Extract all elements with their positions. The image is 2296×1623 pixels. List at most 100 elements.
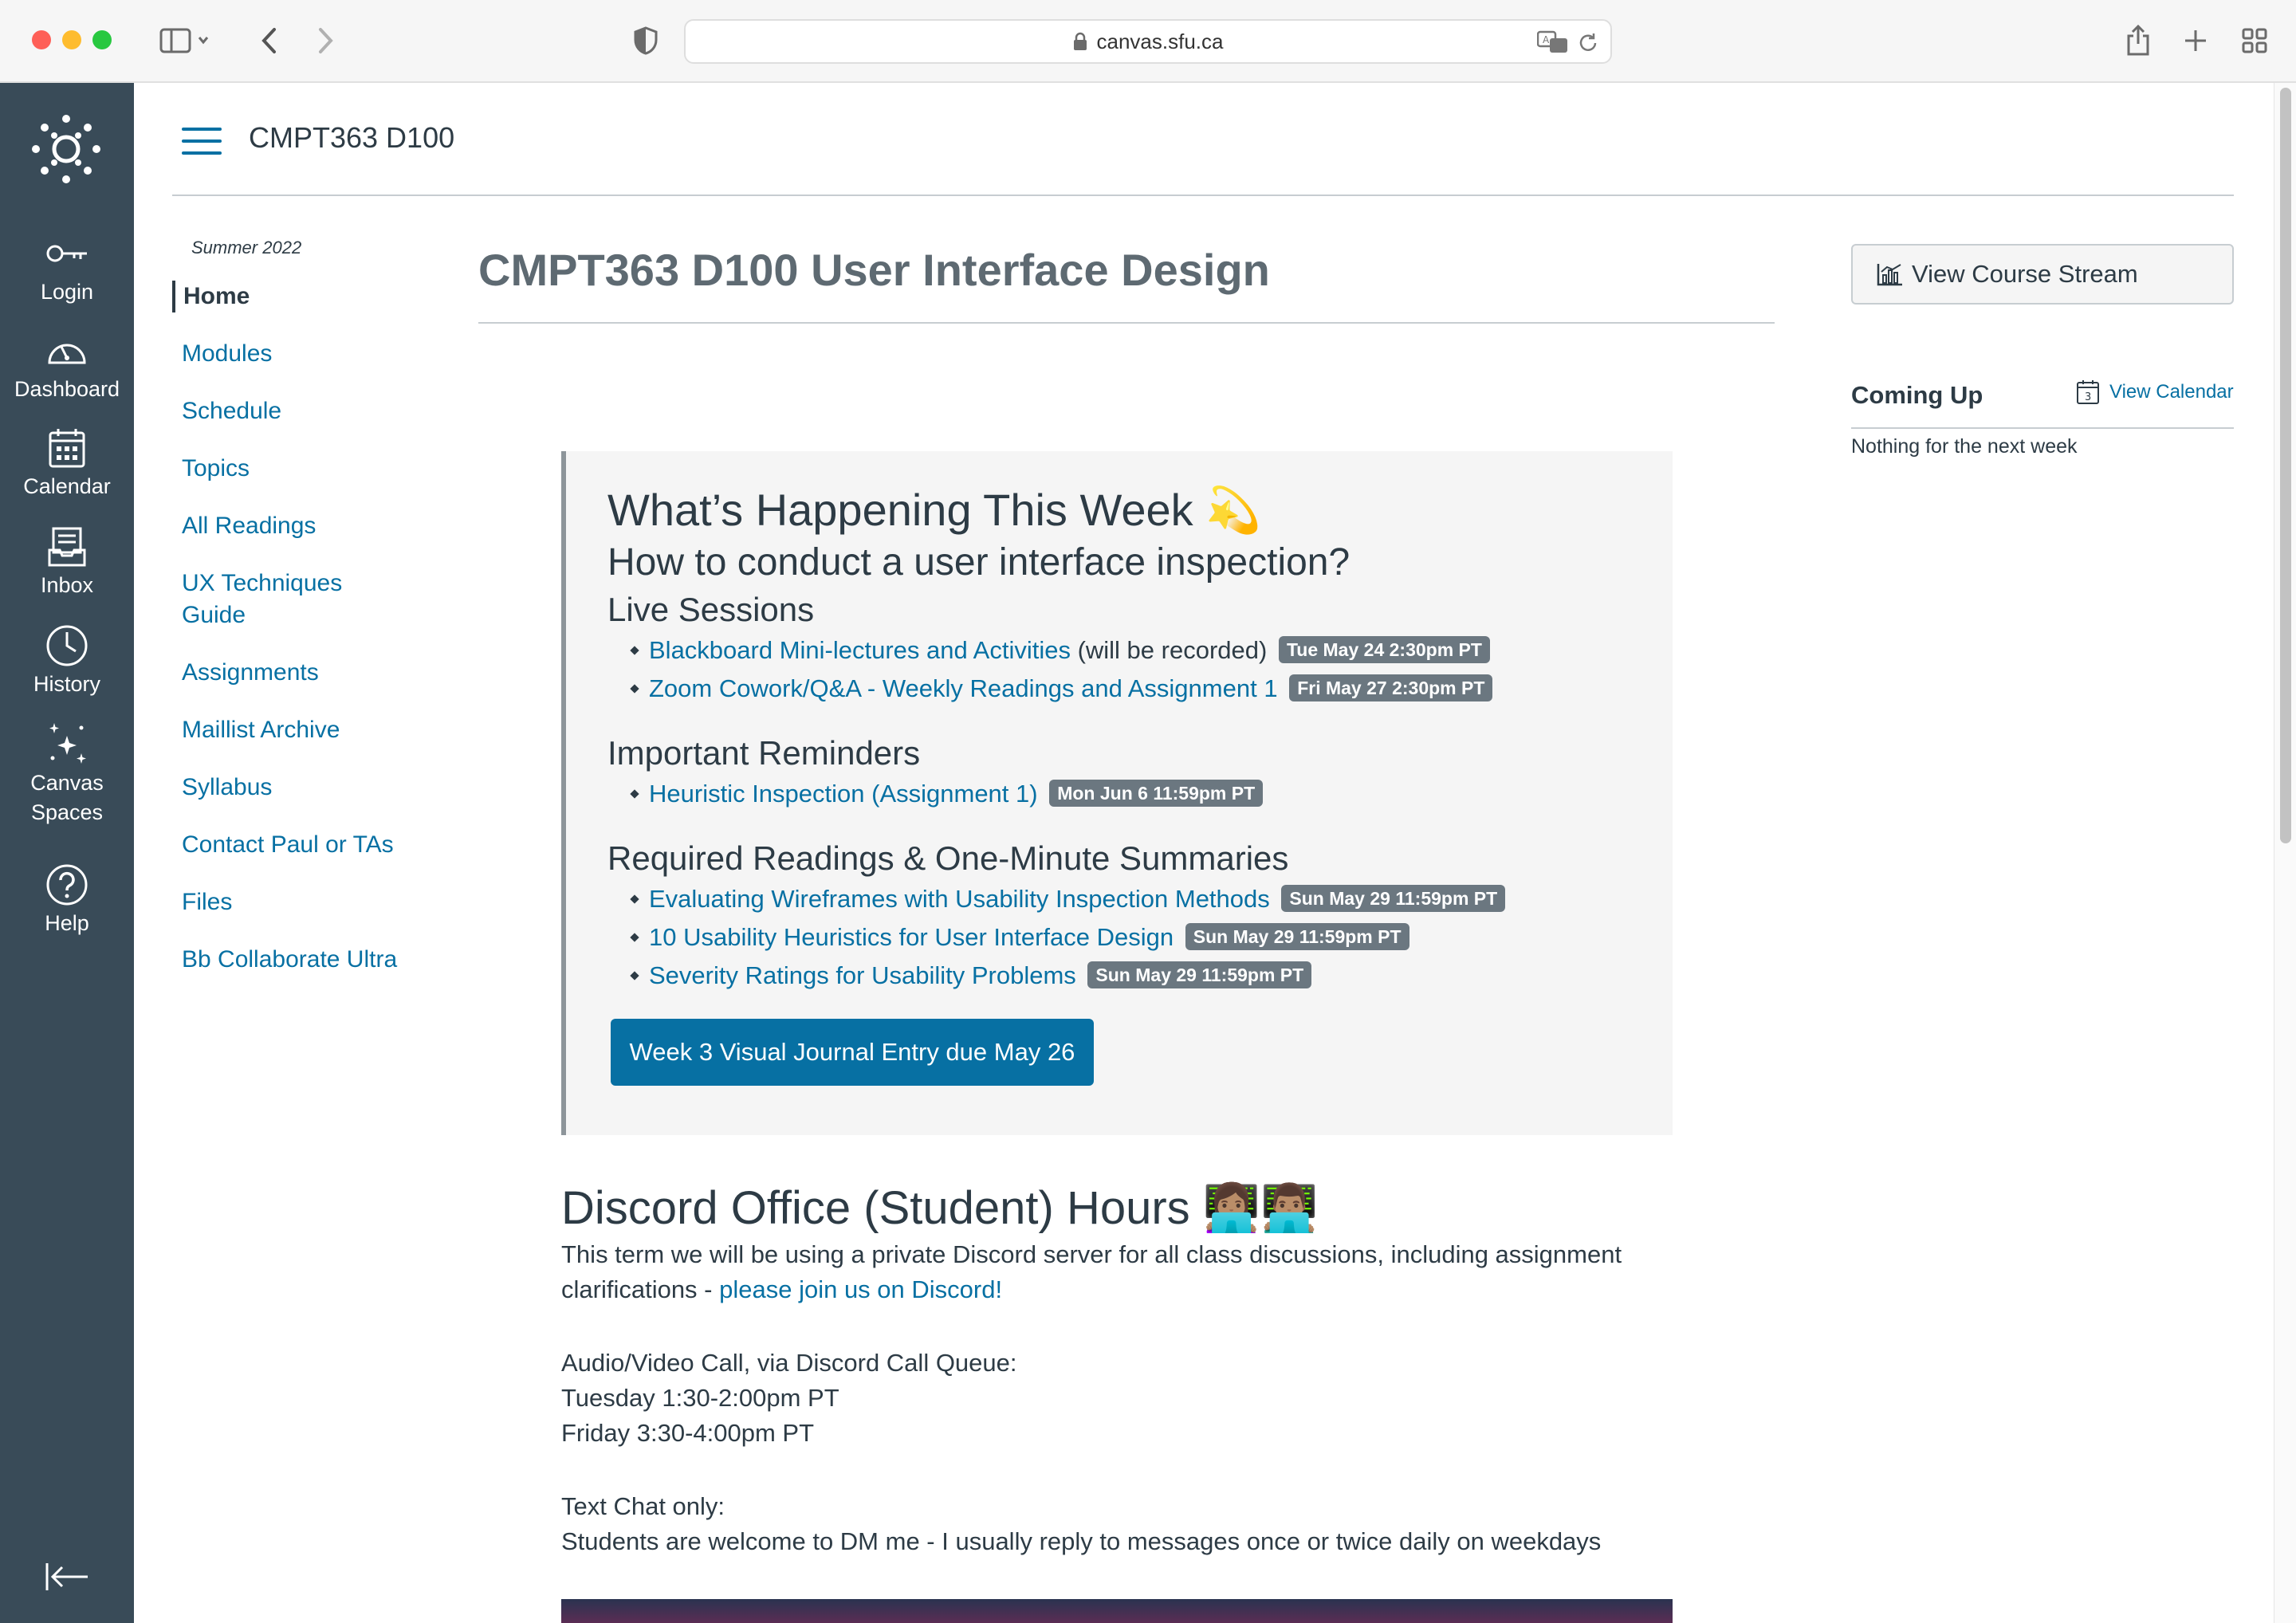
global-nav-inbox[interactable]: Inbox — [0, 523, 134, 600]
course-nav-files[interactable]: Files — [172, 886, 443, 918]
date-badge: Mon Jun 6 11:59pm PT — [1049, 780, 1264, 807]
call-label: Audio/Video Call, via Discord Call Queue… — [561, 1349, 1017, 1377]
privacy-shield-icon[interactable] — [630, 21, 662, 61]
global-nav-help[interactable]: Help — [0, 861, 134, 938]
course-navigation: Home Modules Schedule Topics All Reading… — [172, 281, 443, 1001]
reading-link-heuristics[interactable]: 10 Usability Heuristics for User Interfa… — [649, 923, 1174, 951]
global-nav-label: Calendar — [23, 474, 111, 498]
collapse-nav-icon[interactable] — [45, 1561, 89, 1593]
address-bar[interactable]: canvas.sfu.ca A — [684, 19, 1612, 64]
zoom-cowork-link[interactable]: Zoom Cowork/Q&A - Weekly Readings and As… — [649, 674, 1278, 702]
canvas-logo-icon[interactable] — [32, 115, 100, 183]
sidebar-toggle-icon[interactable] — [153, 21, 217, 61]
course-nav-contact[interactable]: Contact Paul or TAs — [172, 829, 443, 861]
list-item: Blackboard Mini-lectures and Activities … — [607, 631, 1673, 670]
global-nav-label: Spaces — [30, 800, 104, 824]
global-nav-label: Help — [45, 911, 89, 935]
global-nav-label: History — [33, 672, 100, 696]
live-sessions-list: Blackboard Mini-lectures and Activities … — [607, 631, 1673, 708]
title-divider — [478, 322, 1775, 324]
view-calendar-label: View Calendar — [2109, 381, 2234, 403]
dashboard-icon — [45, 327, 88, 375]
header-divider — [172, 195, 2234, 196]
banner-image — [561, 1599, 1673, 1623]
reading-link-severity[interactable]: Severity Ratings for Usability Problems — [649, 961, 1076, 989]
live-sessions-heading: Live Sessions — [607, 591, 815, 628]
date-badge: Sun May 29 11:59pm PT — [1185, 923, 1409, 950]
global-nav-dashboard[interactable]: Dashboard — [0, 327, 134, 404]
course-nav-modules[interactable]: Modules — [172, 338, 443, 370]
course-nav-topics[interactable]: Topics — [172, 453, 443, 485]
breadcrumb-course[interactable]: CMPT363 D100 — [249, 121, 454, 155]
coming-up-heading: Coming Up — [1851, 381, 1983, 409]
heuristic-inspection-link[interactable]: Heuristic Inspection (Assignment 1) — [649, 780, 1038, 808]
discord-intro-text: clarifications - — [561, 1275, 720, 1303]
course-nav-schedule[interactable]: Schedule — [172, 395, 443, 427]
discord-join-link[interactable]: please join us on Discord! — [719, 1275, 1002, 1303]
view-calendar-link[interactable]: 3 View Calendar — [2076, 379, 2234, 405]
clock-icon — [45, 622, 88, 670]
new-tab-icon[interactable] — [2178, 21, 2213, 61]
term-label: Summer 2022 — [191, 238, 302, 257]
call-tuesday: Tuesday 1:30-2:00pm PT — [561, 1384, 839, 1412]
course-nav-maillist-archive[interactable]: Maillist Archive — [172, 714, 443, 746]
global-nav-history[interactable]: History — [0, 622, 134, 699]
global-nav-calendar[interactable]: Calendar — [0, 424, 134, 501]
reminders-list: Heuristic Inspection (Assignment 1) Mon … — [607, 775, 1673, 813]
discord-section: Discord Office (Student) Hours 👩🏽‍💻👨🏽‍💻 … — [561, 1180, 1677, 1559]
stream-button-label: View Course Stream — [1912, 260, 2138, 288]
reload-icon[interactable] — [1577, 32, 1599, 54]
calendar-icon — [48, 424, 86, 472]
svg-text:3: 3 — [2085, 391, 2091, 403]
translate-icon[interactable]: A — [1537, 30, 1569, 54]
lock-icon — [1073, 32, 1087, 50]
date-badge: Sun May 29 11:59pm PT — [1087, 961, 1312, 988]
visual-journal-button[interactable]: Week 3 Visual Journal Entry due May 26 — [611, 1019, 1094, 1086]
help-icon — [45, 861, 88, 909]
list-item: Evaluating Wireframes with Usability Ins… — [607, 880, 1673, 918]
list-item: Heuristic Inspection (Assignment 1) Mon … — [607, 775, 1673, 813]
discord-intro-text: This term we will be using a private Dis… — [561, 1240, 1622, 1268]
discord-heading: Discord Office (Student) Hours 👩🏽‍💻👨🏽‍💻 — [561, 1182, 1319, 1234]
course-nav-ux-techniques-guide[interactable]: UX Techniques Guide — [172, 568, 443, 631]
reading-link-wireframes[interactable]: Evaluating Wireframes with Usability Ins… — [649, 885, 1270, 913]
key-icon — [45, 230, 88, 277]
weekly-callout: What’s Happening This Week 💫 How to cond… — [561, 451, 1673, 1135]
sparkles-icon — [45, 721, 89, 768]
forward-icon[interactable] — [309, 21, 341, 61]
date-badge: Sun May 29 11:59pm PT — [1281, 885, 1506, 912]
view-course-stream-button[interactable]: View Course Stream — [1851, 244, 2234, 305]
tab-overview-icon[interactable] — [2237, 21, 2272, 61]
course-nav-bb-collaborate[interactable]: Bb Collaborate Ultra — [172, 944, 443, 976]
url-text: canvas.sfu.ca — [1096, 29, 1224, 53]
global-nav-label: Canvas — [30, 771, 104, 795]
nav-label-line: UX Techniques — [182, 570, 343, 596]
call-friday: Friday 3:30-4:00pm PT — [561, 1419, 815, 1447]
page-title: CMPT363 D100 User Interface Design — [478, 245, 1270, 295]
readings-list: Evaluating Wireframes with Usability Ins… — [607, 880, 1673, 995]
list-item: Zoom Cowork/Q&A - Weekly Readings and As… — [607, 670, 1673, 708]
calendar-day-icon: 3 — [2077, 380, 2099, 404]
global-nav-login[interactable]: Login — [0, 230, 134, 307]
close-window-button[interactable] — [32, 30, 51, 49]
share-icon[interactable] — [2121, 21, 2156, 61]
list-item: 10 Usability Heuristics for User Interfa… — [607, 918, 1673, 957]
course-menu-toggle-icon[interactable] — [182, 128, 222, 155]
chart-icon — [1877, 264, 1902, 286]
blackboard-lectures-link[interactable]: Blackboard Mini-lectures and Activities — [649, 636, 1071, 664]
minimize-window-button[interactable] — [62, 30, 81, 49]
course-nav-syllabus[interactable]: Syllabus — [172, 772, 443, 804]
back-icon[interactable] — [254, 21, 285, 61]
course-nav-home[interactable]: Home — [172, 281, 443, 312]
inbox-icon — [47, 523, 87, 571]
date-badge: Tue May 24 2:30pm PT — [1278, 636, 1490, 663]
week-heading: What’s Happening This Week 💫 — [607, 485, 1261, 535]
global-nav-canvas-spaces[interactable]: Canvas Spaces — [0, 721, 134, 827]
global-nav-label: Login — [40, 280, 94, 304]
scrollbar-thumb[interactable] — [2280, 88, 2291, 843]
list-item: Severity Ratings for Usability Problems … — [607, 957, 1673, 995]
course-nav-all-readings[interactable]: All Readings — [172, 510, 443, 542]
zoom-window-button[interactable] — [92, 30, 112, 49]
coming-up-empty: Nothing for the next week — [1851, 435, 2078, 458]
course-nav-assignments[interactable]: Assignments — [172, 657, 443, 689]
